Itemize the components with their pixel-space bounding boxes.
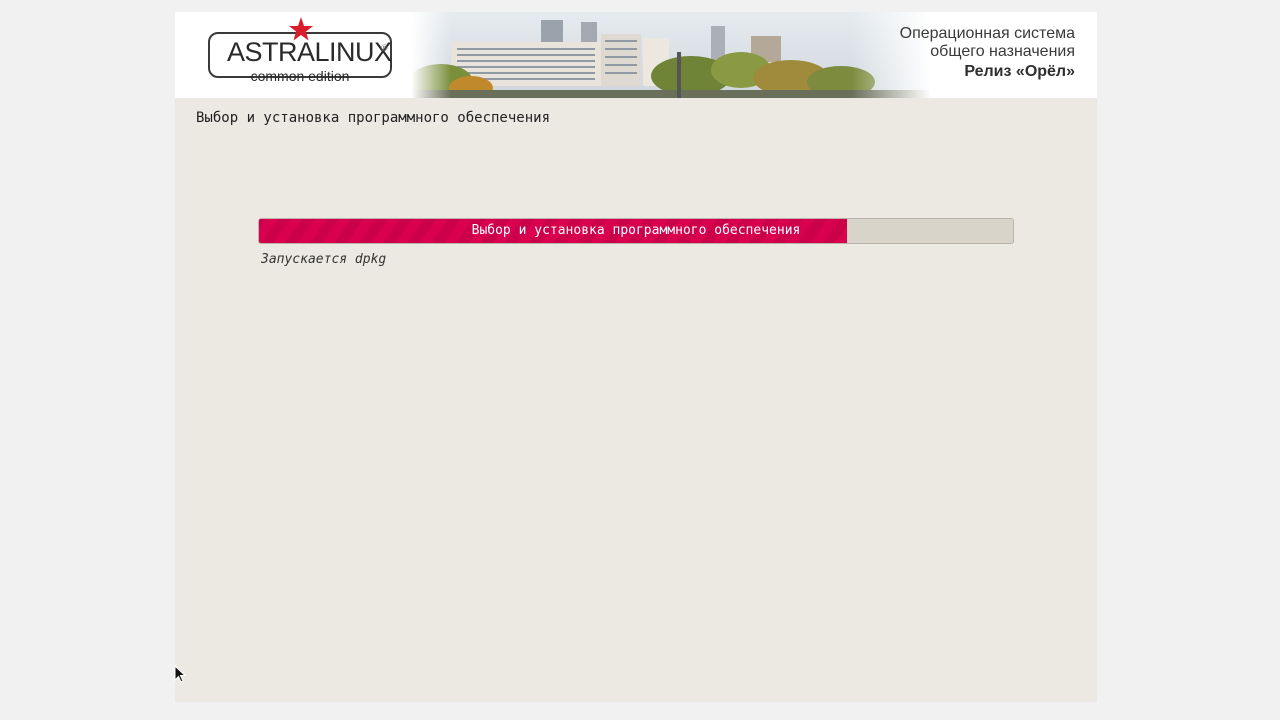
page-title: Выбор и установка программного обеспечен… <box>196 110 551 126</box>
banner: ASTRALINUX ® common edition Операционная… <box>175 12 1097 98</box>
os-name-line1: Операционная система <box>899 25 1075 42</box>
mouse-pointer-icon <box>174 665 186 683</box>
installer-window: ASTRALINUX ® common edition Операционная… <box>175 12 1097 702</box>
status-text: Запускается dpkg <box>261 252 387 267</box>
os-name-line2: общего назначения <box>930 43 1075 60</box>
progress-bar: Выбор и установка программного обеспечен… <box>258 218 1014 244</box>
logo-edition: common edition <box>250 68 350 84</box>
release-name: Релиз «Орёл» <box>964 63 1075 80</box>
red-star-icon <box>289 17 313 41</box>
banner-text: Операционная система общего назначения Р… <box>900 25 1075 81</box>
cityscape-image <box>411 12 931 98</box>
registered-mark: ® <box>381 43 388 53</box>
screen: ASTRALINUX ® common edition Операционная… <box>0 0 1280 720</box>
progress-label: Выбор и установка программного обеспечен… <box>471 223 801 238</box>
